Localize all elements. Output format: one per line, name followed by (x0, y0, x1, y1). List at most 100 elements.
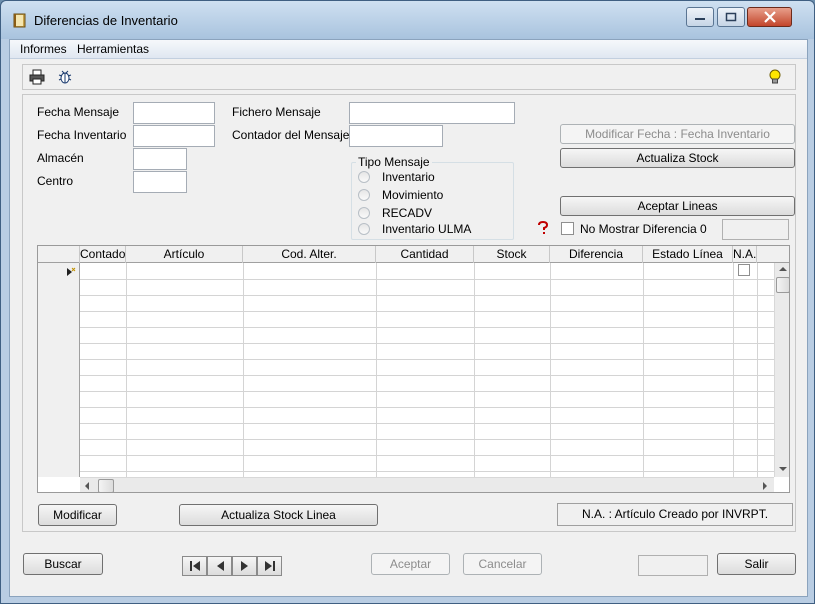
actualiza-stock-linea-button[interactable]: Actualiza Stock Linea (179, 504, 378, 526)
fecha-inventario-label: Fecha Inventario (37, 128, 127, 142)
lightbulb-icon[interactable] (767, 68, 783, 86)
centro-field[interactable] (133, 171, 187, 193)
maximize-button[interactable] (717, 7, 745, 27)
grid-row-line (80, 423, 774, 424)
grid-row-line (80, 343, 774, 344)
aceptar-button[interactable]: Aceptar (371, 553, 450, 575)
new-row-indicator-icon (67, 267, 76, 276)
vertical-scrollbar[interactable] (774, 263, 789, 477)
grid-row-line (80, 359, 774, 360)
nav-next-button[interactable] (232, 556, 257, 576)
menu-informes[interactable]: Informes (18, 42, 69, 56)
col-header-na[interactable]: N.A. (733, 246, 757, 263)
na-legend: N.A. : Artículo Creado por INVRPT. (557, 503, 793, 526)
no-mostrar-diferencia-label: No Mostrar Diferencia 0 (580, 222, 707, 236)
radio-label: Inventario (382, 170, 435, 184)
col-header-stock[interactable]: Stock (474, 246, 550, 263)
modificar-button[interactable]: Modificar (38, 504, 117, 526)
help-question-icon[interactable] (536, 221, 550, 235)
actualiza-stock-button[interactable]: Actualiza Stock (560, 148, 795, 168)
scroll-down-icon[interactable] (779, 466, 787, 472)
grid-row-line (80, 295, 774, 296)
almacen-label: Almacén (37, 151, 84, 165)
radio-circle (358, 207, 370, 219)
app-window: Diferencias de Inventario Informes Herra… (0, 0, 815, 604)
fichero-mensaje-field[interactable] (349, 102, 515, 124)
close-button[interactable] (747, 7, 792, 27)
toolbar (22, 64, 796, 90)
horizontal-scrollbar[interactable] (80, 477, 774, 492)
na-row-checkbox[interactable] (738, 264, 750, 276)
grid-row-line (80, 375, 774, 376)
client-area: Informes Herramientas Fecha Mensaje Fech… (9, 39, 808, 597)
first-record-icon (189, 561, 200, 571)
close-icon (763, 11, 776, 23)
col-header-diferencia[interactable]: Diferencia (550, 246, 643, 263)
aceptar-lineas-button[interactable]: Aceptar Lineas (560, 196, 795, 216)
grid-row-line (80, 391, 774, 392)
centro-label: Centro (37, 174, 74, 188)
radio-inventario-ulma[interactable]: Inventario ULMA (358, 221, 471, 237)
radio-label: Movimiento (382, 188, 444, 202)
tipo-mensaje-group: Tipo Mensaje Inventario Movimiento RECAD… (351, 155, 514, 240)
fecha-mensaje-field[interactable] (133, 102, 215, 124)
diferencia-readout (722, 219, 789, 240)
radio-circle (358, 189, 370, 201)
printer-icon[interactable] (29, 69, 45, 85)
footer-readout (638, 555, 708, 576)
tipo-mensaje-title: Tipo Mensaje (356, 155, 432, 169)
radio-recadv[interactable]: RECADV (358, 205, 432, 221)
row-indicator-column (38, 263, 80, 477)
minimize-button[interactable] (686, 7, 714, 27)
scroll-left-icon[interactable] (84, 482, 90, 490)
col-header-cantidad[interactable]: Cantidad (376, 246, 474, 263)
nav-last-button[interactable] (257, 556, 282, 576)
grid-row-line (80, 439, 774, 440)
grid-header: Contador Artículo Cod. Alter. Cantidad S… (38, 246, 789, 263)
almacen-field[interactable] (133, 148, 187, 170)
radio-inventario[interactable]: Inventario (358, 169, 435, 185)
grid-row-line (80, 407, 774, 408)
vertical-scroll-thumb[interactable] (776, 277, 789, 293)
cancelar-button[interactable]: Cancelar (463, 553, 542, 575)
salir-button[interactable]: Salir (717, 553, 796, 575)
radio-circle (358, 171, 370, 183)
grid-header-corner (38, 246, 80, 263)
contador-mensaje-field[interactable] (349, 125, 443, 147)
last-record-icon (264, 561, 275, 571)
col-header-cod-alter[interactable]: Cod. Alter. (243, 246, 376, 263)
menu-herramientas[interactable]: Herramientas (75, 42, 151, 56)
book-icon (13, 13, 26, 28)
col-header-contador[interactable]: Contador (80, 246, 126, 263)
no-mostrar-diferencia-checkbox[interactable] (561, 222, 574, 235)
radio-movimiento[interactable]: Movimiento (358, 187, 443, 203)
window-title: Diferencias de Inventario (34, 13, 178, 28)
grid-row-line (80, 327, 774, 328)
grid-row-line (80, 455, 774, 456)
grid-row-line (80, 471, 774, 472)
record-navigator (182, 556, 282, 576)
horizontal-scroll-thumb[interactable] (98, 479, 114, 492)
grid-row-line (80, 279, 774, 280)
bug-debug-icon[interactable] (57, 69, 73, 85)
buscar-button[interactable]: Buscar (23, 553, 103, 575)
prev-record-icon (216, 561, 224, 571)
col-header-articulo[interactable]: Artículo (126, 246, 243, 263)
radio-circle (358, 223, 370, 235)
fecha-mensaje-label: Fecha Mensaje (37, 105, 120, 119)
modificar-fecha-button[interactable]: Modificar Fecha : Fecha Inventario (560, 124, 795, 144)
scroll-right-icon[interactable] (762, 482, 768, 490)
maximize-icon (725, 12, 737, 22)
radio-label: RECADV (382, 206, 433, 220)
grid-row-line (80, 311, 774, 312)
main-panel: Fecha Mensaje Fecha Inventario Almacén C… (22, 94, 796, 532)
radio-label: Inventario ULMA (382, 222, 472, 236)
scroll-up-icon[interactable] (779, 266, 787, 272)
menu-bar: Informes Herramientas (10, 40, 807, 59)
col-header-estado-linea[interactable]: Estado Línea (643, 246, 733, 263)
grid-body[interactable] (38, 263, 774, 477)
diferencias-grid[interactable]: Contador Artículo Cod. Alter. Cantidad S… (37, 245, 790, 493)
nav-first-button[interactable] (182, 556, 207, 576)
nav-prev-button[interactable] (207, 556, 232, 576)
fecha-inventario-field[interactable] (133, 125, 215, 147)
